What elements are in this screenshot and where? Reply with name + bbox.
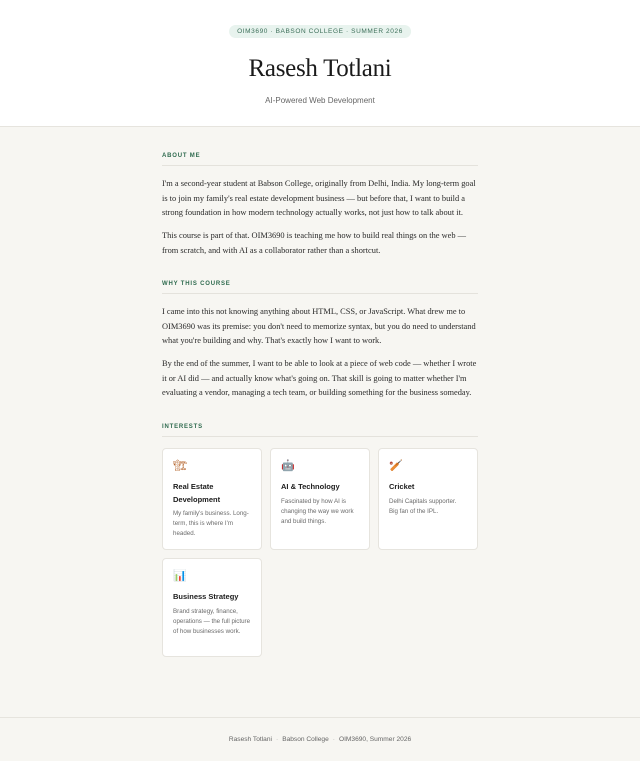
card-description: Delhi Capitals supporter. Big fan of the… (389, 497, 457, 515)
interest-card-ai: 🤖 AI & Technology Fascinated by how AI i… (270, 448, 370, 550)
course-badge: OIM3690 · BABSON COLLEGE · SUMMER 2026 (229, 25, 411, 38)
footer-course: OIM3690, Summer 2026 (338, 736, 412, 743)
bar-chart-icon: 📊 (173, 569, 187, 582)
card-title: Cricket (389, 482, 415, 491)
interest-card-real-estate: 🏗 Real Estate Development My family's bu… (162, 448, 262, 550)
interest-cards: 🏗 Real Estate Development My family's bu… (162, 448, 478, 657)
about-paragraph: I'm a second-year student at Babson Coll… (162, 179, 476, 217)
interest-card-cricket: 🏏 Cricket Delhi Capitals supporter. Big … (378, 448, 478, 550)
main-content: ABOUT ME I'm a second-year student at Ba… (162, 127, 478, 657)
why-paragraph: By the end of the summer, I want to be a… (162, 359, 477, 397)
card-title: Real Estate Development (173, 482, 221, 504)
about-section: ABOUT ME I'm a second-year student at Ba… (162, 153, 478, 281)
about-paragraph: This course is part of that. OIM3690 is … (162, 231, 467, 255)
interests-heading: INTERESTS (162, 424, 478, 437)
footer-school: Babson College (282, 736, 329, 743)
footer-separator: · (275, 736, 279, 743)
card-description: Brand strategy, finance, operations — th… (173, 607, 251, 635)
footer-separator: · (332, 736, 335, 743)
interest-card-business: 📊 Business Strategy Brand strategy, fina… (162, 558, 262, 657)
about-heading: ABOUT ME (162, 153, 478, 166)
card-description: Fascinated by how AI is changing the way… (281, 497, 354, 525)
robot-icon: 🤖 (281, 459, 295, 472)
page-header: OIM3690 · BABSON COLLEGE · SUMMER 2026 R… (0, 0, 640, 127)
interests-section: INTERESTS 🏗 Real Estate Development My f… (162, 424, 478, 657)
card-title: Business Strategy (173, 592, 239, 601)
card-description: My family's business. Long-term, this is… (173, 510, 249, 537)
card-title: AI & Technology (281, 482, 340, 491)
why-section: WHY THIS COURSE I came into this not kno… (162, 281, 478, 424)
why-heading: WHY THIS COURSE (162, 281, 478, 294)
cricket-icon: 🏏 (389, 459, 403, 472)
footer-name: Rasesh Totlani (228, 736, 272, 743)
page-subtitle: AI-Powered Web Development (265, 96, 375, 105)
construction-icon: 🏗 (173, 459, 187, 472)
why-paragraph: I came into this not knowing anything ab… (162, 307, 476, 345)
page-title: Rasesh Totlani (248, 55, 392, 82)
page-footer: Rasesh Totlani · Babson College · OIM3690, S… (0, 717, 640, 761)
